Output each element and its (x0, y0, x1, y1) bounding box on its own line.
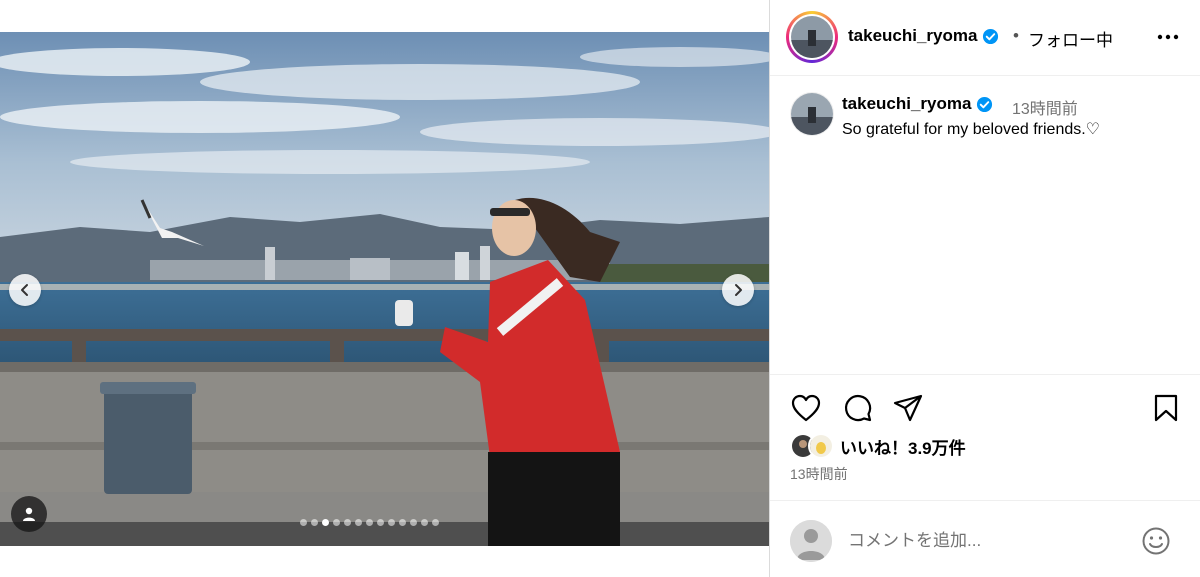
paper-plane-icon (893, 394, 923, 422)
avatar (791, 16, 833, 58)
caption-username: takeuchi_ryoma (842, 94, 972, 113)
header-username-link[interactable]: takeuchi_ryoma (848, 26, 999, 46)
like-button[interactable] (790, 392, 822, 424)
carousel-dot (399, 519, 406, 526)
following-button[interactable]: フォロー中 (1028, 26, 1113, 51)
next-slide-button[interactable] (722, 274, 754, 306)
likes-count[interactable]: いいね！3.9万件 (840, 434, 966, 459)
current-user-avatar (790, 520, 832, 562)
carousel-dot (311, 519, 318, 526)
carousel-dot (410, 519, 417, 526)
heart-icon (791, 394, 821, 422)
likes-row: いいね！3.9万件 (790, 433, 966, 459)
carousel-indicator (300, 519, 439, 526)
liker-avatar (808, 433, 834, 459)
tagged-users-button[interactable] (11, 496, 47, 532)
post-timestamp[interactable]: 13時間前 (790, 464, 848, 484)
post-photo-image (0, 32, 769, 546)
caption-text: So grateful for my beloved friends.♡ (842, 121, 1101, 138)
divider (770, 374, 1200, 375)
more-options-button[interactable] (1156, 27, 1180, 47)
carousel-dot (322, 519, 329, 526)
carousel-dot (388, 519, 395, 526)
comment-bubble-icon (844, 394, 872, 422)
bookmark-icon (1154, 394, 1178, 422)
carousel-dot (333, 519, 340, 526)
carousel-dot (377, 519, 384, 526)
verified-badge-icon (983, 28, 999, 44)
comment-input[interactable] (848, 528, 1128, 554)
post-header: takeuchi_ryoma • フォロー中 (770, 0, 1200, 76)
caption-timestamp[interactable]: 13時間前 (1012, 95, 1078, 119)
carousel-dot (355, 519, 362, 526)
caption-username-link[interactable]: takeuchi_ryoma (842, 94, 993, 114)
carousel-dot (432, 519, 439, 526)
divider (770, 500, 1200, 501)
default-avatar-icon (790, 520, 832, 562)
emoji-button[interactable] (1140, 525, 1172, 557)
post-info-pane: takeuchi_ryoma • フォロー中 takeuchi_ryoma 13… (769, 0, 1200, 577)
share-button[interactable] (892, 392, 924, 424)
emoji-smiley-icon (1142, 527, 1170, 555)
chevron-right-icon (735, 284, 742, 296)
post-photo[interactable] (0, 32, 769, 546)
carousel-dot (421, 519, 428, 526)
media-pane (0, 0, 769, 577)
comment-button[interactable] (842, 392, 874, 424)
carousel-dot (366, 519, 373, 526)
verified-badge-icon (977, 96, 993, 112)
header-username: takeuchi_ryoma (848, 26, 978, 45)
header-separator: • (1013, 26, 1019, 45)
user-tag-icon (23, 507, 35, 521)
carousel-dot (300, 519, 307, 526)
save-button[interactable] (1150, 392, 1182, 424)
more-horizontal-icon (1157, 34, 1179, 40)
carousel-dot (344, 519, 351, 526)
chevron-left-icon (21, 284, 28, 296)
caption-avatar[interactable] (790, 92, 834, 136)
previous-slide-button[interactable] (9, 274, 41, 306)
story-ring-avatar[interactable] (786, 11, 838, 63)
